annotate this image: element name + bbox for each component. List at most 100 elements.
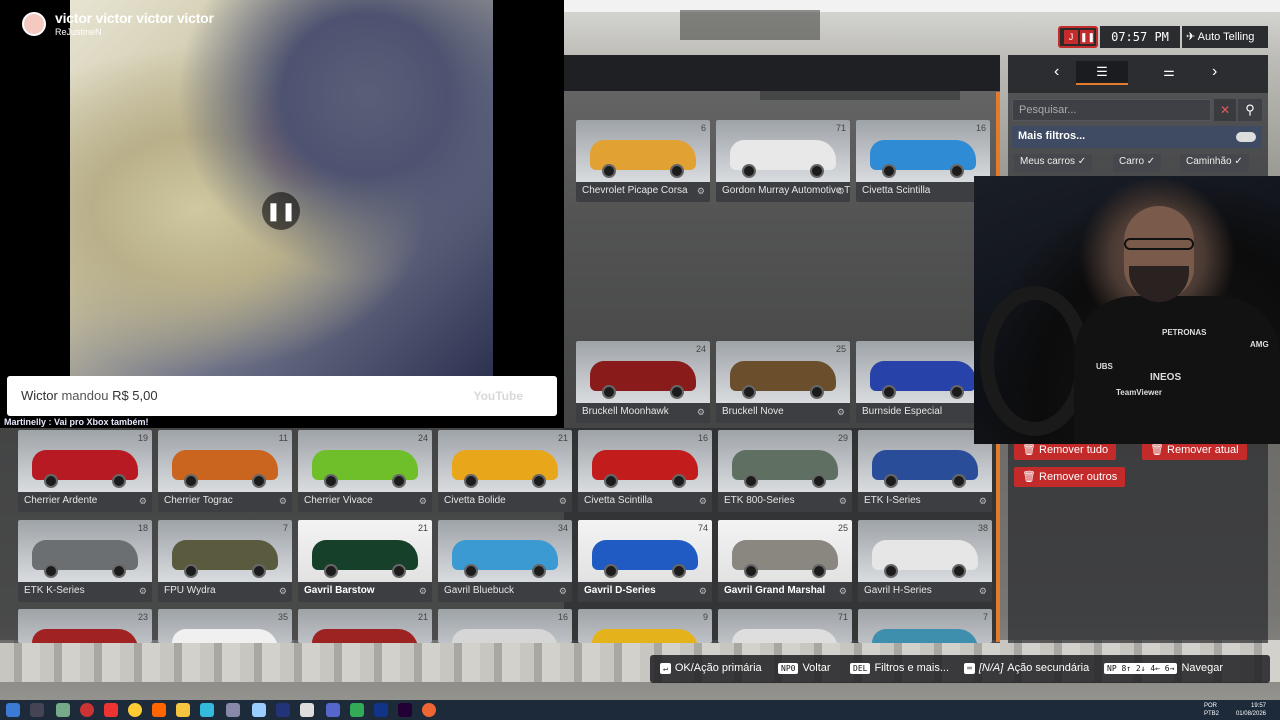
sponsor-text: UBS	[1096, 362, 1113, 371]
vehicle-card[interactable]: 21 Gavril Barstow ⚙	[298, 520, 432, 602]
record-key-icon[interactable]: J	[1064, 30, 1078, 44]
vehicle-card[interactable]: 7 FPU Wydra ⚙	[158, 520, 292, 602]
wheel-shape	[672, 474, 686, 488]
vehicle-card[interactable]: 38 Gavril H-Series ⚙	[858, 520, 992, 602]
tab-vehicles[interactable]: ☰	[1076, 61, 1128, 85]
app-icon[interactable]	[200, 703, 214, 717]
vehicle-card[interactable]: 16	[438, 609, 572, 643]
wheel-shape	[532, 564, 546, 578]
vehicle-card[interactable]: 21 Civetta Bolide ⚙	[438, 430, 572, 512]
vehicle-thumbnail	[858, 430, 992, 492]
chip-truck[interactable]: Caminhão ✓	[1180, 154, 1249, 172]
config-icon: ⚙	[138, 496, 147, 506]
vehicle-name: Burnside Especial	[862, 406, 943, 417]
wheel-shape	[810, 385, 824, 399]
premiere-icon[interactable]	[398, 703, 412, 717]
app-icon[interactable]	[326, 703, 340, 717]
search-input[interactable]: Pesquisar...	[1012, 99, 1211, 121]
tab-tuning[interactable]: ⚌	[1144, 61, 1194, 85]
auto-telling-toggle[interactable]: ✈ Auto Telling	[1182, 26, 1268, 48]
vehicle-card[interactable]: 8Burnside Especial⚙	[856, 341, 990, 423]
vehicle-card[interactable]: 24 Bruckell Moonhawk ⚙	[576, 341, 710, 423]
app-icon[interactable]	[300, 703, 314, 717]
vehicle-card[interactable]: 29 ETK 800-Series ⚙	[718, 430, 852, 512]
donation-text: mandou	[61, 388, 109, 403]
vehicle-thumbnail	[438, 609, 572, 643]
vehicle-card[interactable]: 21	[298, 609, 432, 643]
vehicle-card[interactable]: 26ETK I-Series⚙	[858, 430, 992, 512]
app-icon[interactable]	[80, 703, 94, 717]
replay-controls[interactable]: J ❚❚	[1058, 26, 1098, 48]
vehicle-card[interactable]: 19 Cherrier Ardente ⚙	[18, 430, 152, 512]
wheel-shape	[672, 564, 686, 578]
app-icon[interactable]	[56, 703, 70, 717]
vehicle-card[interactable]: 6 Chevrolet Picape Corsa ⚙	[576, 120, 710, 202]
youtube-logo-icon: YouTube	[473, 389, 523, 403]
vehicle-card[interactable]: 11 Cherrier Tograc ⚙	[158, 430, 292, 512]
prev-arrow-icon[interactable]: ‹	[1054, 63, 1059, 81]
vehicle-count: 21	[557, 433, 568, 443]
app-icon[interactable]	[252, 703, 266, 717]
app-icon[interactable]	[226, 703, 240, 717]
remove-others-button[interactable]: 🗑 Remover outros	[1014, 467, 1126, 487]
search-icon[interactable]: ⚲	[1238, 99, 1262, 121]
config-icon: ⚙	[138, 586, 147, 596]
vehicle-name: Gavril Bluebuck	[444, 585, 515, 596]
hint-filters: DEL Filtros e mais...	[850, 662, 949, 674]
vehicle-card[interactable]: 71	[718, 609, 852, 643]
vehicle-card[interactable]: 16Civetta Scintilla⚙	[856, 120, 990, 202]
wheel-shape	[464, 564, 478, 578]
audition-icon[interactable]	[276, 703, 290, 717]
clear-icon[interactable]: ✕	[1214, 99, 1236, 121]
pause-icon[interactable]: ❚❚	[262, 192, 300, 230]
app-icon[interactable]	[350, 703, 364, 717]
more-filters-row[interactable]: Mais filtros...	[1012, 126, 1262, 148]
folder-icon[interactable]	[176, 703, 190, 717]
vehicle-card[interactable]: 9	[578, 609, 712, 643]
chip-my-cars[interactable]: Meus carros ✓	[1014, 154, 1093, 172]
sliders-icon: ⚌	[1163, 64, 1175, 79]
hint-secondary: ⌨ [N/A] Ação secundária	[964, 662, 1089, 674]
system-clock[interactable]: 19:57 01/08/2026	[1236, 702, 1266, 718]
vehicle-card[interactable]: 74 Gavril D-Series ⚙	[578, 520, 712, 602]
chat-message: Martinelly : Vai pro Xbox também!	[4, 417, 149, 427]
wheel-shape	[252, 564, 266, 578]
app-icon[interactable]	[422, 703, 436, 717]
vehicle-count: 23	[137, 612, 148, 622]
sponsor-text: AMG	[1250, 340, 1269, 349]
windows-start-icon[interactable]	[6, 703, 20, 717]
vehicle-card[interactable]: 24 Cherrier Vivace ⚙	[298, 430, 432, 512]
vehicle-body	[872, 629, 978, 643]
language-indicator[interactable]: POR PTB2	[1204, 702, 1219, 718]
task-view-icon[interactable]	[30, 703, 44, 717]
photoshop-icon[interactable]	[374, 703, 388, 717]
hint-back-label: Voltar	[802, 662, 831, 674]
pause-icon[interactable]: ❚❚	[1080, 30, 1095, 44]
vehicle-card[interactable]: 25 Gavril Grand Marshal ⚙	[718, 520, 852, 602]
vehicle-card[interactable]: 23	[18, 609, 152, 643]
brave-icon[interactable]	[152, 703, 166, 717]
chip-car[interactable]: Carro ✓	[1113, 154, 1162, 172]
config-icon: ⚙	[418, 586, 427, 596]
vehicle-thumbnail	[438, 520, 572, 582]
vehicle-card[interactable]: 35	[158, 609, 292, 643]
config-icon: ⚙	[418, 496, 427, 506]
config-icon: ⚙	[836, 186, 845, 196]
vehicle-card[interactable]: 18 ETK K-Series ⚙	[18, 520, 152, 602]
more-filters-toggle[interactable]	[1236, 132, 1256, 142]
next-arrow-icon[interactable]: ›	[1212, 63, 1217, 81]
vehicle-name: Civetta Scintilla	[584, 495, 653, 506]
vehicle-card[interactable]: 25 Bruckell Nove ⚙	[716, 341, 850, 423]
vehicle-card[interactable]: 34 Gavril Bluebuck ⚙	[438, 520, 572, 602]
vehicle-card[interactable]: 16Civetta Scintilla⚙	[578, 430, 712, 512]
vehicle-card[interactable]: 7	[858, 609, 992, 643]
vehicle-thumbnail	[716, 120, 850, 182]
app-icon[interactable]	[104, 703, 118, 717]
vehicle-thumbnail	[298, 520, 432, 582]
chrome-icon[interactable]	[128, 703, 142, 717]
vehicle-card[interactable]: 71 Gordon Murray Automotive T.50 ⚙	[716, 120, 850, 202]
wheel-shape	[810, 164, 824, 178]
vehicle-count: 9	[702, 612, 708, 622]
keyboard-key-icon: ⌨	[964, 663, 975, 674]
hint-ok-label: OK/Ação primária	[674, 662, 762, 674]
